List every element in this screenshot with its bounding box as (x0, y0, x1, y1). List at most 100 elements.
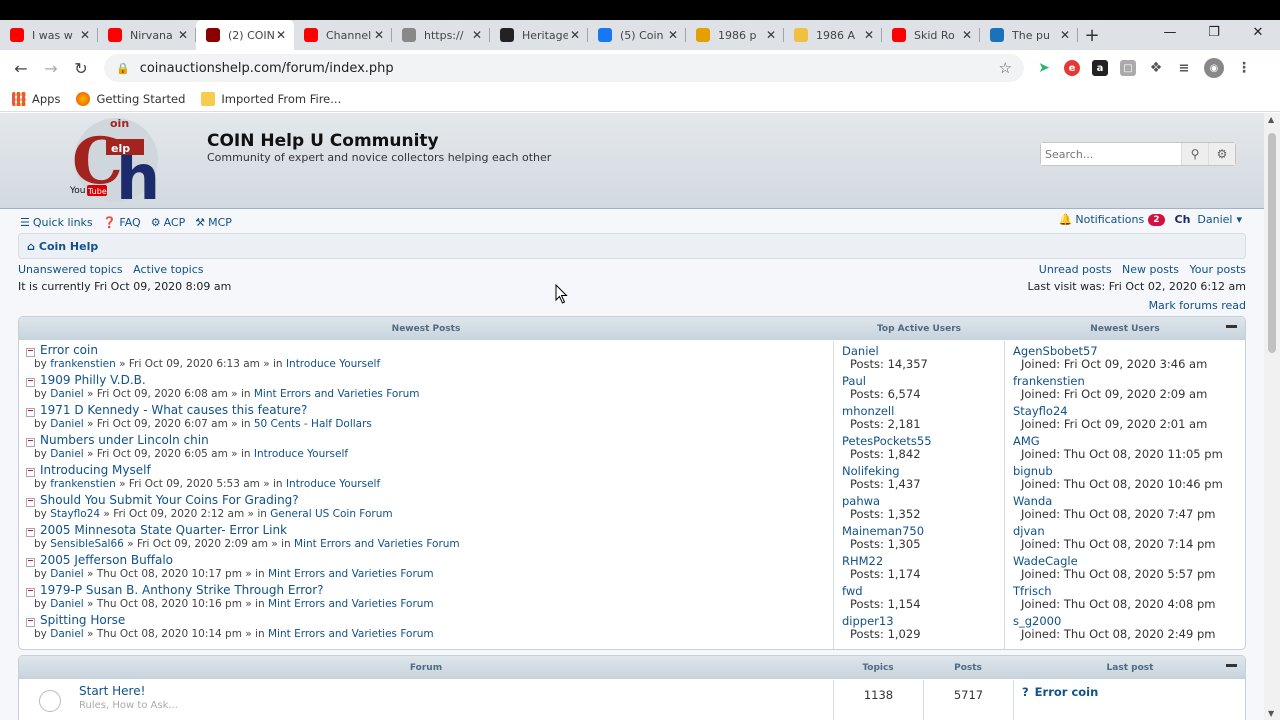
new-tab-button[interactable]: + (1078, 20, 1106, 50)
quick-links-menu[interactable]: ☰ Quick links (20, 216, 93, 229)
post-title-link[interactable]: Should You Submit Your Coins For Grading… (40, 494, 833, 507)
user-post-count: Posts: 1,437 (850, 477, 921, 491)
post-author-link[interactable]: Daniel (50, 628, 83, 640)
search-icon[interactable]: ⚲ (1181, 143, 1208, 165)
close-window-button[interactable]: ✕ (1236, 20, 1280, 50)
post-title-link[interactable]: 2005 Jefferson Buffalo (40, 554, 833, 567)
advanced-search-gear-icon[interactable]: ⚙ (1208, 143, 1235, 165)
post-forum-link[interactable]: Introduce Yourself (286, 478, 380, 490)
post-title-link[interactable]: Spitting Horse (40, 614, 833, 627)
post-forum-link[interactable]: General US Coin Forum (270, 508, 392, 520)
notifications-button[interactable]: 🔔 Notifications 2 (1059, 213, 1165, 226)
post-author-link[interactable]: Daniel (50, 598, 83, 610)
post-title-link[interactable]: 1979-P Susan B. Anthony Strike Through E… (40, 584, 833, 597)
forum-last-post[interactable]: ? Error coin (1013, 680, 1245, 720)
bookmark-apps[interactable]: Apps (12, 91, 60, 106)
browser-tab[interactable]: The pu ✕ (980, 20, 1078, 50)
profile-avatar-icon[interactable]: ◉ (1204, 58, 1224, 78)
faq-link[interactable]: ❓ FAQ (103, 216, 141, 229)
reload-button[interactable]: ↻ (66, 59, 96, 78)
unanswered-topics-link[interactable]: Unanswered topics (18, 263, 123, 276)
tab-close-icon[interactable]: ✕ (568, 28, 582, 42)
tab-close-icon[interactable]: ✕ (1058, 28, 1072, 42)
post-forum-link[interactable]: Mint Errors and Varieties Forum (254, 388, 420, 400)
address-bar[interactable]: 🔒 coinauctionshelp.com/forum/index.php ☆ (104, 54, 1024, 82)
mark-forums-read-link[interactable]: Mark forums read (1149, 299, 1246, 312)
post-forum-link[interactable]: Mint Errors and Varieties Forum (268, 568, 434, 580)
bookmark-getting-started[interactable]: Getting Started (76, 91, 185, 106)
post-title-link[interactable]: Error coin (40, 344, 833, 357)
post-forum-link[interactable]: Introduce Yourself (286, 358, 380, 370)
mcp-link[interactable]: ⚒ MCP (195, 216, 232, 229)
post-forum-link[interactable]: Introduce Yourself (254, 448, 348, 460)
post-author-link[interactable]: Daniel (50, 448, 83, 460)
bookmark-star-icon[interactable]: ☆ (999, 59, 1012, 77)
restore-button[interactable]: ❐ (1192, 20, 1236, 50)
reading-list-icon[interactable]: ≡ (1176, 60, 1192, 76)
post-title-link[interactable]: 1971 D Kennedy - What causes this featur… (40, 404, 833, 417)
browser-tab[interactable]: 1986 A ✕ (784, 20, 882, 50)
breadcrumb-home[interactable]: Coin Help (39, 240, 98, 253)
puzzle-extensions-icon[interactable]: ❖ (1148, 60, 1164, 76)
browser-tab[interactable]: Skid Ro ✕ (882, 20, 980, 50)
post-forum-link[interactable]: Mint Errors and Varieties Forum (294, 538, 460, 550)
scrollbar-thumb[interactable] (1268, 133, 1276, 353)
minimize-button[interactable]: — (1148, 20, 1192, 50)
post-title-link[interactable]: Numbers under Lincoln chin (40, 434, 833, 447)
coin-help-logo[interactable]: C h oin elp You Tube (68, 115, 163, 205)
tab-close-icon[interactable]: ✕ (372, 28, 386, 42)
post-author-link[interactable]: SensibleSal66 (50, 538, 124, 550)
browser-tab[interactable]: https:// ✕ (392, 20, 490, 50)
acp-link[interactable]: ⚙ ACP (151, 216, 186, 229)
amazon-extension-icon[interactable]: a (1092, 60, 1108, 76)
post-author-link[interactable]: Stayflo24 (50, 508, 100, 520)
user-menu[interactable]: Ch Daniel ▾ (1175, 213, 1243, 226)
forum-title-link[interactable]: Start Here! (79, 684, 145, 698)
browser-tab[interactable]: Heritage ✕ (490, 20, 588, 50)
active-topics-link[interactable]: Active topics (133, 263, 203, 276)
post-title-link[interactable]: 2005 Minnesota State Quarter- Error Link (40, 524, 833, 537)
browser-tab[interactable]: Channel ✕ (294, 20, 392, 50)
post-author-link[interactable]: frankenstien (50, 358, 116, 370)
edge-extension-icon[interactable]: e (1064, 60, 1080, 76)
browser-tab[interactable]: I was w ✕ (0, 20, 98, 50)
browser-tab[interactable]: (5) Coin ✕ (588, 20, 686, 50)
page-scrollbar[interactable]: ▲ ▼ (1264, 113, 1280, 720)
post-forum-link[interactable]: Mint Errors and Varieties Forum (268, 628, 434, 640)
tab-close-icon[interactable]: ✕ (764, 28, 778, 42)
collapse-icon[interactable] (1226, 664, 1237, 667)
post-title-link[interactable]: Introducing Myself (40, 464, 833, 477)
bookmark-imported[interactable]: Imported From Fire... (201, 91, 341, 106)
tab-close-icon[interactable]: ✕ (274, 28, 288, 42)
tab-close-icon[interactable]: ✕ (176, 28, 190, 42)
browser-tab[interactable]: (2) COIN ✕ (196, 20, 294, 50)
forward-button[interactable]: → (36, 59, 66, 78)
browser-tab[interactable]: 1986 p ✕ (686, 20, 784, 50)
post-title-link[interactable]: 1909 Philly V.D.B. (40, 374, 833, 387)
post-author-link[interactable]: Daniel (50, 568, 83, 580)
browser-menu-icon[interactable]: ⋮ (1236, 60, 1252, 76)
screenshot-extension-icon[interactable]: □ (1120, 60, 1136, 76)
nav-bar: ☰ Quick links ❓ FAQ ⚙ ACP ⚒ MCP 🔔 Notificatio… (20, 213, 1246, 231)
tab-close-icon[interactable]: ✕ (666, 28, 680, 42)
tab-close-icon[interactable]: ✕ (78, 28, 92, 42)
browser-tab[interactable]: Nirvana ✕ (98, 20, 196, 50)
post-forum-link[interactable]: Mint Errors and Varieties Forum (268, 598, 434, 610)
new-posts-link[interactable]: New posts (1122, 263, 1179, 276)
scroll-up-arrow-icon[interactable]: ▲ (1268, 115, 1274, 124)
post-author-link[interactable]: Daniel (50, 388, 83, 400)
unread-posts-link[interactable]: Unread posts (1039, 263, 1112, 276)
tab-close-icon[interactable]: ✕ (862, 28, 876, 42)
your-posts-link[interactable]: Your posts (1190, 263, 1246, 276)
post-author-link[interactable]: Daniel (50, 418, 83, 430)
site-title[interactable]: COIN Help U Community (207, 131, 439, 151)
tab-close-icon[interactable]: ✕ (470, 28, 484, 42)
post-author-link[interactable]: frankenstien (50, 478, 116, 490)
collapse-icon[interactable] (1226, 325, 1237, 328)
tab-close-icon[interactable]: ✕ (960, 28, 974, 42)
back-button[interactable]: ← (6, 59, 36, 78)
search-input[interactable] (1041, 143, 1181, 165)
scroll-down-arrow-icon[interactable]: ▼ (1268, 709, 1274, 718)
share-icon[interactable]: ➤ (1036, 60, 1052, 76)
post-forum-link[interactable]: 50 Cents - Half Dollars (254, 418, 372, 430)
